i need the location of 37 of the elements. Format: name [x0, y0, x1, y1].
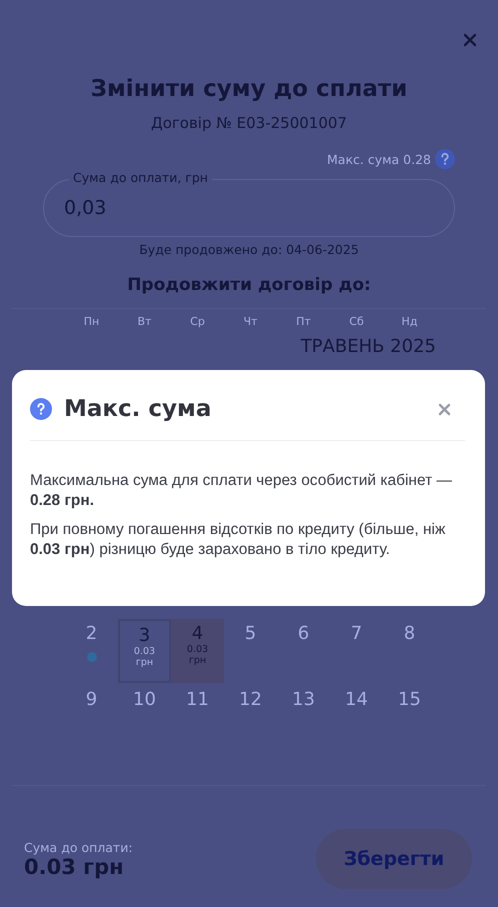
calendar-day[interactable]: 7	[330, 619, 383, 683]
calendar-day[interactable]: 9	[65, 683, 118, 733]
calendar-day[interactable]: 13	[277, 683, 330, 733]
calendar-day[interactable]: 6	[277, 619, 330, 683]
weekday-label: Чт	[242, 315, 258, 328]
calendar-day[interactable]: 11	[171, 683, 224, 733]
save-button[interactable]: Зберегти	[316, 829, 472, 889]
field-label: Сума до оплати, грн	[69, 170, 212, 185]
help-icon[interactable]	[435, 149, 455, 169]
calendar-day[interactable]: 3 0.03 грн	[118, 619, 171, 683]
total-amount: 0.03 грн	[24, 854, 125, 878]
calendar-day[interactable]: 14	[330, 683, 383, 733]
page-title: Змінити суму до сплати	[90, 76, 408, 102]
weekday-label: Пт	[295, 315, 312, 328]
total-label: Сума до оплати:	[24, 840, 133, 854]
contract-number: Договір № Е03-25001007	[150, 114, 348, 132]
weekday-label: Пн	[82, 315, 100, 328]
extension-date: Буде продовжено до: 04-06-2025	[138, 242, 360, 257]
weekday-label: Нд	[400, 315, 418, 328]
calendar-day[interactable]: 10	[118, 683, 171, 733]
calendar-day[interactable]: 5	[224, 619, 277, 683]
calendar-day[interactable]: 12	[224, 683, 277, 733]
dialog-text: При повному погашення відсотків по кредиту (більше, ніж 0.03 грн) різницю буде зараховано в тіло кредиту.	[30, 520, 446, 560]
dialog-text: Максимальна сума для сплати через особистий кабінет — 0.28 грн.	[30, 471, 453, 512]
month-label: ТРАВЕНЬ 2025	[300, 336, 437, 357]
calendar-day[interactable]: 2	[65, 619, 118, 683]
calendar-day[interactable]: 8	[383, 619, 436, 683]
weekday-label: Сб	[348, 315, 365, 328]
help-icon	[30, 398, 52, 420]
close-icon[interactable]	[463, 33, 477, 47]
close-icon[interactable]	[438, 402, 451, 416]
calendar-heading: Продовжити договір до:	[126, 275, 372, 295]
weekday-label: Ср	[189, 315, 206, 328]
weekday-label: Вт	[136, 315, 152, 328]
calendar-day[interactable]: 15	[383, 683, 436, 733]
dialog-title: Макс. сума	[64, 396, 212, 422]
max-amount-hint: Макс. сума 0.28	[327, 152, 431, 166]
